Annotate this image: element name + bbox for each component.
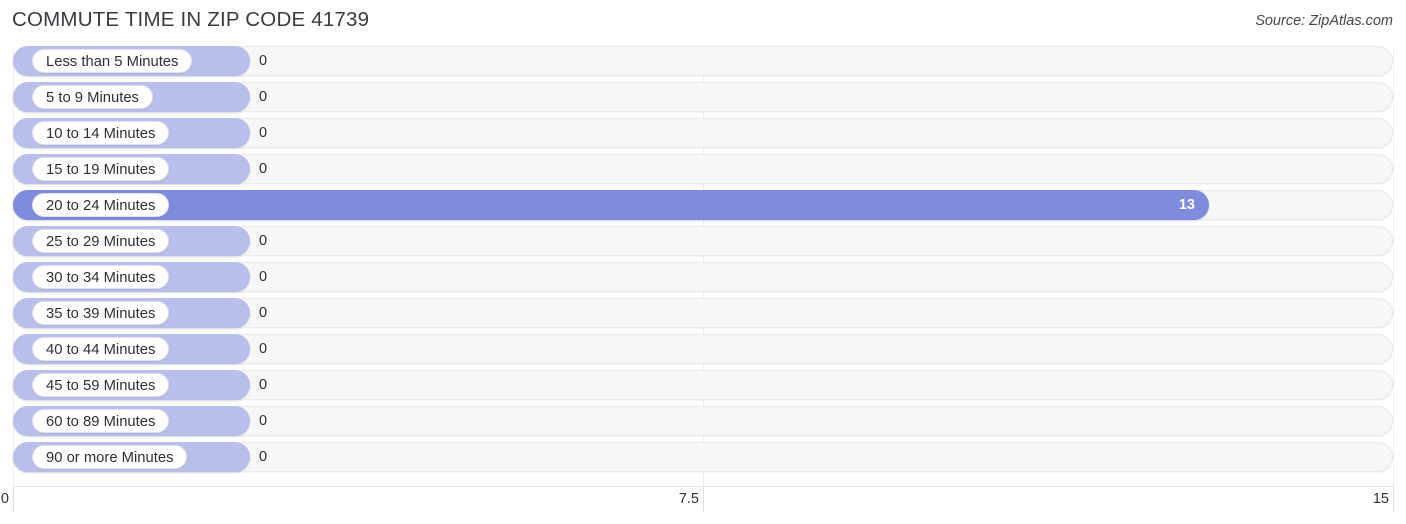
category-label: 40 to 44 Minutes: [32, 337, 170, 361]
bar-value-label: 0: [259, 161, 268, 177]
bar-row[interactable]: 0 90 or more Minutes: [0, 442, 1406, 472]
bar[interactable]: 13: [13, 190, 1209, 220]
bar-row[interactable]: 0 40 to 44 Minutes: [0, 334, 1406, 364]
bar-rows: 0 Less than 5 Minutes 0 5 to 9 Minutes 0 10 t…: [0, 46, 1406, 478]
bar-value-label: 0: [259, 413, 268, 429]
bar-value-label: 0: [259, 269, 268, 285]
page-title: COMMUTE TIME IN ZIP CODE 41739: [12, 8, 370, 31]
x-axis-tick-label: 7.5: [678, 491, 699, 507]
bar-row[interactable]: 0 10 to 14 Minutes: [0, 118, 1406, 148]
bar-row[interactable]: 0 60 to 89 Minutes: [0, 406, 1406, 436]
x-axis-tick-mark: [1393, 486, 1394, 512]
bar-value-label: 13: [1178, 197, 1195, 213]
category-label: 35 to 39 Minutes: [32, 301, 170, 325]
bar-value-label: 0: [259, 341, 268, 357]
bar-value-label: 0: [259, 125, 268, 141]
bar-value-label: 0: [259, 305, 268, 321]
bar-value-label: 0: [259, 449, 268, 465]
bar-row[interactable]: 0 35 to 39 Minutes: [0, 298, 1406, 328]
bar-row[interactable]: 0 Less than 5 Minutes: [0, 46, 1406, 76]
bar-value-label: 0: [259, 233, 268, 249]
bar-value-label: 0: [259, 89, 268, 105]
category-label: 60 to 89 Minutes: [32, 409, 170, 433]
x-axis: 0 7.5 15: [0, 486, 1406, 524]
bar-row[interactable]: 0 15 to 19 Minutes: [0, 154, 1406, 184]
category-label: 10 to 14 Minutes: [32, 121, 170, 145]
bar-value-label: 0: [259, 53, 268, 69]
category-label: 15 to 19 Minutes: [32, 157, 170, 181]
category-label: 90 or more Minutes: [32, 445, 188, 469]
category-label: 25 to 29 Minutes: [32, 229, 170, 253]
chart-plot-area: 0 Less than 5 Minutes 0 5 to 9 Minutes 0 10 t…: [0, 46, 1406, 486]
bar-row[interactable]: 0 25 to 29 Minutes: [0, 226, 1406, 256]
category-label: 20 to 24 Minutes: [32, 193, 170, 217]
category-label: 5 to 9 Minutes: [32, 85, 153, 109]
bar-value-label: 0: [259, 377, 268, 393]
x-axis-tick-mark: [13, 486, 14, 512]
category-label: Less than 5 Minutes: [32, 49, 193, 73]
bar-row[interactable]: 0 30 to 34 Minutes: [0, 262, 1406, 292]
bar-row[interactable]: 0 5 to 9 Minutes: [0, 82, 1406, 112]
source-attribution: Source: ZipAtlas.com: [1255, 13, 1393, 29]
chart-header: COMMUTE TIME IN ZIP CODE 41739 Source: Z…: [0, 0, 1406, 46]
bar-row[interactable]: 0 45 to 59 Minutes: [0, 370, 1406, 400]
category-label: 30 to 34 Minutes: [32, 265, 170, 289]
x-axis-tick-mark: [703, 486, 704, 512]
x-axis-tick-label: 0: [0, 491, 9, 507]
category-label: 45 to 59 Minutes: [32, 373, 170, 397]
bar-row[interactable]: 13 20 to 24 Minutes: [0, 190, 1406, 220]
x-axis-tick-label: 15: [1372, 491, 1389, 507]
